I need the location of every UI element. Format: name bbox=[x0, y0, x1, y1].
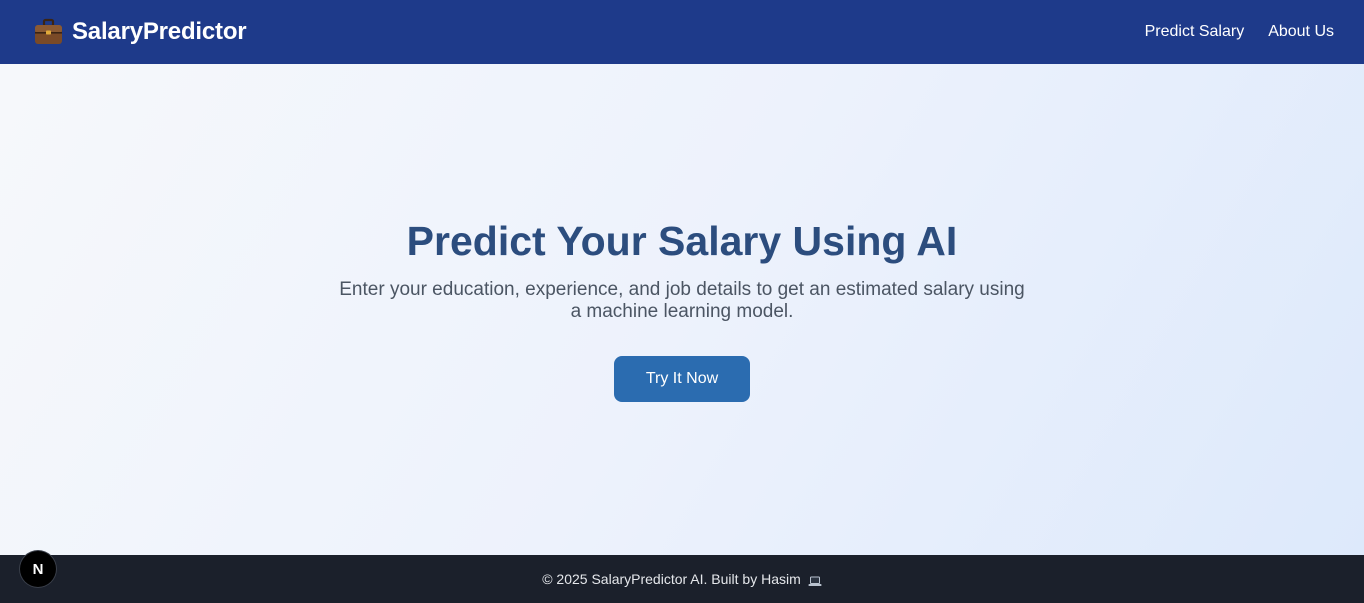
brand-logo[interactable]: SalaryPredictor bbox=[34, 18, 247, 46]
nav-links: Predict Salary About Us bbox=[1145, 23, 1334, 41]
footer: © 2025 SalaryPredictor AI. Built by Hasi… bbox=[0, 555, 1364, 603]
briefcase-icon bbox=[34, 18, 63, 46]
brand-name: SalaryPredictor bbox=[72, 18, 247, 45]
nav-link-about-us[interactable]: About Us bbox=[1268, 23, 1334, 41]
hero-subtitle: Enter your education, experience, and jo… bbox=[339, 279, 1025, 322]
hero-title: Predict Your Salary Using AI bbox=[406, 218, 958, 264]
laptop-icon bbox=[808, 574, 822, 586]
navbar: SalaryPredictor Predict Salary About Us bbox=[0, 0, 1364, 64]
footer-copyright: © 2025 SalaryPredictor AI. Built by Hasi… bbox=[542, 571, 801, 587]
nav-link-predict-salary[interactable]: Predict Salary bbox=[1145, 23, 1245, 41]
try-it-now-button[interactable]: Try It Now bbox=[614, 356, 750, 402]
hero-section: Predict Your Salary Using AI Enter your … bbox=[0, 64, 1364, 555]
nextjs-dev-badge[interactable]: N bbox=[20, 551, 56, 587]
